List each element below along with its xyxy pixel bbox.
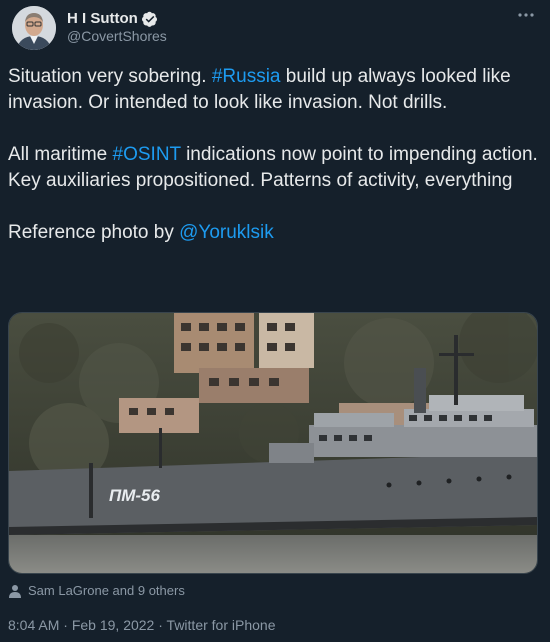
tweet-text: Situation very sobering. #Russia build u… (8, 64, 538, 246)
ship-photo-illustration: ПМ-56 (9, 313, 537, 573)
hull-number-label: ПМ-56 (109, 486, 161, 505)
tweet-photo[interactable]: ПМ-56 (8, 312, 538, 574)
verified-badge-icon (141, 11, 158, 27)
tweet-metadata: 8:04 AM · Feb 19, 2022 · Twitter for iPh… (8, 617, 275, 633)
hashtag-osint-link[interactable]: #OSINT (113, 144, 181, 165)
person-icon (8, 584, 22, 598)
tagged-people[interactable]: Sam LaGrone and 9 others (8, 583, 185, 598)
tweet-client[interactable]: Twitter for iPhone (167, 617, 276, 633)
display-name[interactable]: H I Sutton (67, 10, 138, 27)
hashtag-russia-link[interactable]: #Russia (212, 66, 281, 87)
avatar[interactable] (12, 6, 56, 50)
tagged-people-label: Sam LaGrone and 9 others (28, 583, 185, 598)
mention-link[interactable]: @Yoruklsik (179, 222, 274, 243)
tweet-paragraph-3: Reference photo by @Yoruklsik (8, 220, 538, 246)
more-horizontal-icon[interactable] (514, 8, 538, 28)
tweet-text-segment: All maritime (8, 144, 113, 165)
meta-separator: · (59, 617, 72, 633)
tweet-date[interactable]: Feb 19, 2022 (72, 617, 155, 633)
meta-separator: · (154, 617, 167, 633)
tweet-time[interactable]: 8:04 AM (8, 617, 59, 633)
user-handle[interactable]: @CovertShores (67, 28, 167, 44)
tweet-header: H I Sutton @CovertShores (12, 6, 538, 50)
tweet-paragraph-1: Situation very sobering. #Russia build u… (8, 64, 538, 116)
tweet-text-segment: Reference photo by (8, 222, 180, 243)
name-row: H I Sutton (67, 10, 158, 27)
tweet-text-segment: Situation very sobering. (8, 66, 212, 87)
tweet-paragraph-2: All maritime #OSINT indications now poin… (8, 142, 538, 194)
